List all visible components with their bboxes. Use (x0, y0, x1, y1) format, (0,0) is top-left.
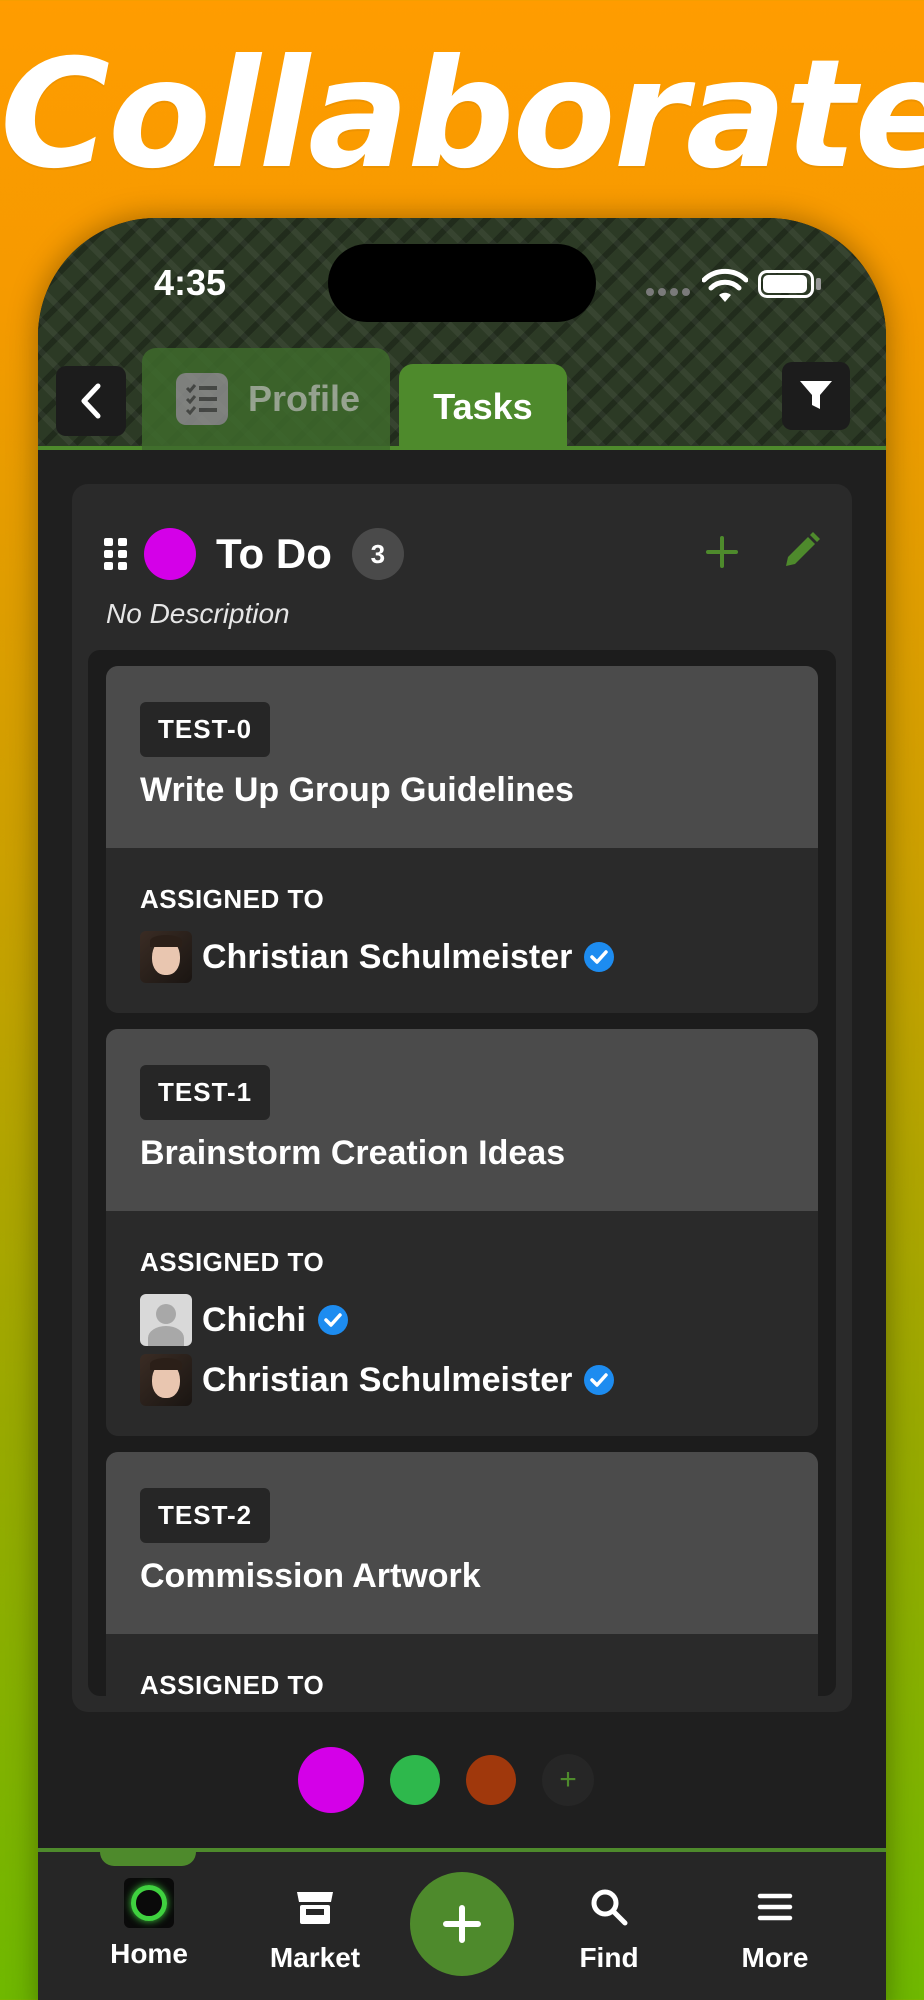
tab-tasks[interactable]: Tasks (399, 364, 567, 450)
nav-find[interactable]: Find (544, 1882, 674, 1974)
drag-handle-icon[interactable] (104, 538, 127, 570)
plus-icon (443, 1905, 481, 1943)
assignee[interactable]: Christian Schulmeister (140, 927, 784, 987)
verified-badge-icon (584, 1365, 615, 1395)
assignee-name: Christian Schulmeister (202, 1360, 573, 1399)
back-button[interactable] (56, 366, 126, 436)
task-count-badge: 3 (351, 528, 404, 580)
task-column: To Do 3 No Description TEST-0 Write Up G… (72, 484, 852, 1712)
column-color-dot (144, 528, 196, 580)
assignee[interactable]: Chichi (140, 1290, 784, 1350)
battery-icon (758, 270, 814, 298)
verified-badge-icon (317, 1305, 348, 1335)
nav-market-label: Market (269, 1942, 361, 1973)
column-dot-brown[interactable] (466, 1755, 516, 1805)
status-time: 4:35 (154, 262, 227, 303)
headline: Collaborate (0, 28, 924, 202)
column-title: To Do (216, 530, 332, 577)
bottom-nav: Home Market Find More (38, 1848, 886, 2000)
menu-icon (750, 1882, 800, 1932)
tab-profile-label: Profile (248, 378, 361, 419)
card-list[interactable]: TEST-0 Write Up Group Guidelines ASSIGNE… (88, 650, 836, 1696)
verified-badge-icon (584, 942, 615, 972)
assignee-name: Chichi (202, 1300, 306, 1339)
nav-home[interactable]: Home (84, 1878, 214, 1970)
filter-button[interactable] (782, 362, 850, 430)
nav-more[interactable]: More (710, 1882, 840, 1974)
store-icon (290, 1882, 340, 1932)
cellular-signal-icon (646, 288, 692, 298)
create-button[interactable] (410, 1872, 514, 1976)
filter-icon (800, 381, 832, 409)
column-switcher: + (298, 1746, 594, 1814)
search-icon (584, 1882, 634, 1932)
checklist-icon (176, 373, 228, 425)
column-dot-todo[interactable] (298, 1747, 364, 1813)
add-column-button[interactable]: + (542, 1754, 594, 1806)
avatar (140, 1294, 192, 1346)
nav-market[interactable]: Market (250, 1882, 380, 1974)
dynamic-island (328, 244, 596, 322)
column-dot-green[interactable] (390, 1755, 440, 1805)
nav-find-label: Find (579, 1942, 639, 1973)
task-title: Brainstorm Creation Ideas (140, 1134, 566, 1172)
nav-more-label: More (741, 1942, 809, 1973)
task-id-tag: TEST-0 (140, 702, 271, 757)
home-logo-icon (124, 1878, 174, 1928)
nav-home-label: Home (110, 1938, 188, 1969)
wifi-icon (702, 268, 748, 302)
tab-tasks-label: Tasks (433, 386, 533, 427)
task-card[interactable]: TEST-1 Brainstorm Creation Ideas ASSIGNE… (106, 1029, 818, 1436)
task-card[interactable]: TEST-0 Write Up Group Guidelines ASSIGNE… (106, 666, 818, 1013)
task-id-tag: TEST-1 (140, 1065, 271, 1120)
assignee-name: Christian Schulmeister (202, 937, 573, 976)
add-task-icon[interactable] (700, 530, 744, 574)
tab-profile[interactable]: Profile (142, 348, 390, 450)
active-nav-indicator (100, 1852, 196, 1866)
column-header: To Do 3 (104, 526, 404, 582)
assigned-label: ASSIGNED TO (140, 884, 325, 914)
avatar (140, 931, 192, 983)
task-card[interactable]: TEST-2 Commission Artwork ASSIGNED TO (106, 1452, 818, 1696)
task-title: Write Up Group Guidelines (140, 771, 574, 809)
column-description: No Description (106, 598, 290, 629)
task-title: Commission Artwork (140, 1557, 481, 1595)
assigned-label: ASSIGNED TO (140, 1247, 325, 1277)
top-bar: 4:35 Profile Tasks (38, 218, 886, 450)
assignee[interactable]: Christian Schulmeister (140, 1350, 784, 1410)
task-id-tag: TEST-2 (140, 1488, 271, 1543)
edit-pencil-icon[interactable] (780, 530, 822, 572)
assigned-label: ASSIGNED TO (140, 1670, 325, 1696)
phone-screen: 4:35 Profile Tasks To Do 3 No Descriptio… (38, 218, 886, 2000)
chevron-left-icon (81, 383, 101, 419)
avatar (140, 1354, 192, 1406)
